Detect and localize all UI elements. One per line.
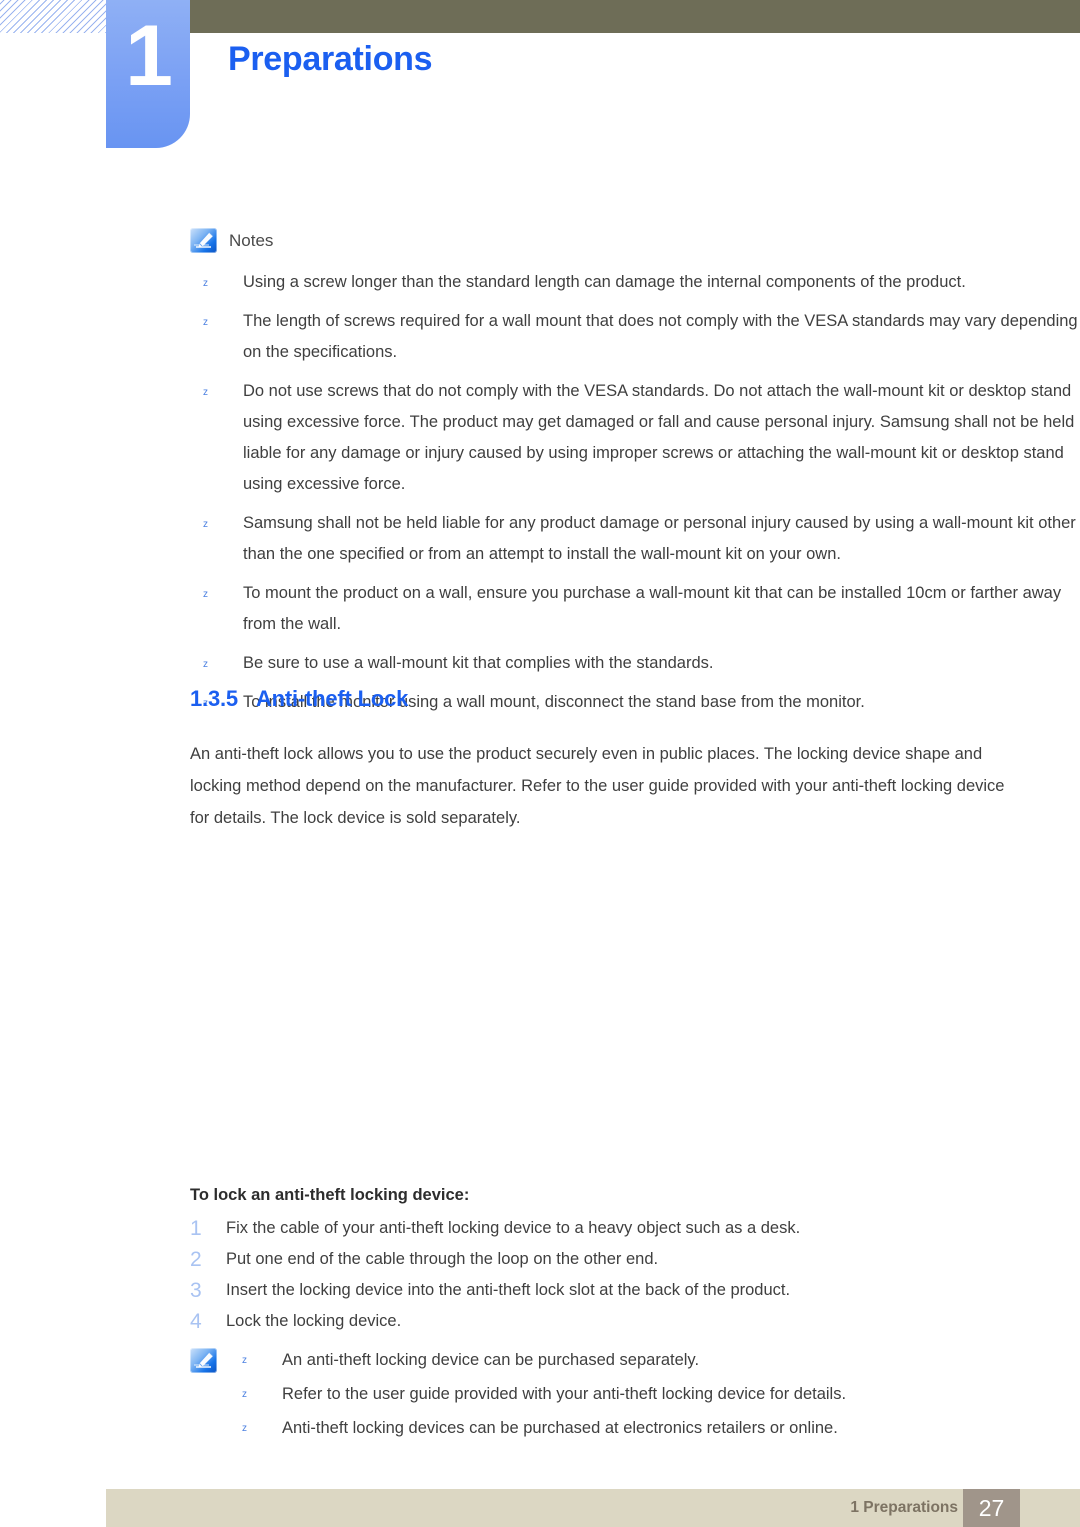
bullet-z-icon: z [203,278,208,289]
list-item-text: The length of screws required for a wall… [243,312,1078,361]
notes-block-bottom: z An anti-theft locking device can be pu… [190,1344,846,1446]
footer-chapter-label: 1 Preparations [850,1499,958,1516]
bullet-z-icon: z [242,1355,247,1366]
notes-list-bottom: z An anti-theft locking device can be pu… [229,1344,846,1446]
list-item: 4 Lock the locking device. [190,1306,1010,1337]
list-item-text: An anti-theft locking device can be purc… [282,1351,700,1369]
list-item: z An anti-theft locking device can be pu… [229,1344,846,1376]
list-item-text: Samsung shall not be held liable for any… [243,514,1076,563]
chapter-tab: 1 [106,0,190,148]
footer-page-number: 27 [963,1489,1020,1527]
section-number: 1.3.5 [190,686,238,711]
list-item-text: Using a screw longer than the standard l… [243,273,966,291]
list-item-text: Do not use screws that do not comply wit… [243,382,1075,493]
header-olive-bar [190,0,1080,33]
notes-list-top: z Using a screw longer than the standard… [190,267,1080,718]
section-heading: 1.3.5 Anti-theft Lock [190,686,408,712]
bullet-z-icon: z [203,387,208,398]
note-pencil-icon [190,1348,217,1373]
step-number: 2 [190,1248,202,1271]
bullet-z-icon: z [203,519,208,530]
bullet-z-icon: z [242,1389,247,1400]
step-number: 4 [190,1310,202,1333]
list-item-text: Be sure to use a wall-mount kit that com… [243,654,714,672]
bullet-z-icon: z [242,1423,247,1434]
step-text: Put one end of the cable through the loo… [226,1250,659,1268]
chapter-title: Preparations [228,40,433,78]
page-footer: 1 Preparations 27 [106,1489,1080,1527]
list-item: z Be sure to use a wall-mount kit that c… [190,648,1080,679]
list-item-text: Anti-theft locking devices can be purcha… [282,1419,838,1437]
step-text: Lock the locking device. [226,1312,402,1330]
chapter-number: 1 [125,8,173,104]
section-paragraph: An anti-theft lock allows you to use the… [190,745,1005,827]
step-text: Fix the cable of your anti-theft locking… [226,1219,801,1237]
hatch-pattern-decoration [0,0,106,33]
procedure-title: To lock an anti-theft locking device: [190,1186,470,1204]
notes-label: Notes [229,230,274,250]
bullet-z-icon: z [203,589,208,600]
list-item: z The length of screws required for a wa… [190,306,1080,368]
note-pencil-icon [190,228,217,253]
step-text: Insert the locking device into the anti-… [226,1281,791,1299]
notes-block-top: Notes z Using a screw longer than the st… [190,228,1080,718]
list-item-text: Refer to the user guide provided with yo… [282,1385,847,1403]
list-item: 2 Put one end of the cable through the l… [190,1244,1010,1275]
list-item-text: To mount the product on a wall, ensure y… [243,584,1062,633]
list-item: z Using a screw longer than the standard… [190,267,1080,298]
notes-bottom-row: z An anti-theft locking device can be pu… [190,1344,846,1446]
list-item: z Do not use screws that do not comply w… [190,376,1080,500]
notes-header: Notes [190,228,1080,253]
step-number: 3 [190,1279,202,1302]
list-item: 1 Fix the cable of your anti-theft locki… [190,1213,1010,1244]
list-item: z Samsung shall not be held liable for a… [190,508,1080,570]
bullet-z-icon: z [203,659,208,670]
page-header: 1 Preparations [0,0,1080,150]
list-item: 3 Insert the locking device into the ant… [190,1275,1010,1306]
step-number: 1 [190,1217,202,1240]
list-item: z Refer to the user guide provided with … [229,1378,846,1410]
list-item: z Anti-theft locking devices can be purc… [229,1412,846,1444]
section-title: Anti-theft Lock [255,686,409,711]
bullet-z-icon: z [203,317,208,328]
procedure-steps: 1 Fix the cable of your anti-theft locki… [190,1213,1010,1337]
list-item: z To mount the product on a wall, ensure… [190,578,1080,640]
